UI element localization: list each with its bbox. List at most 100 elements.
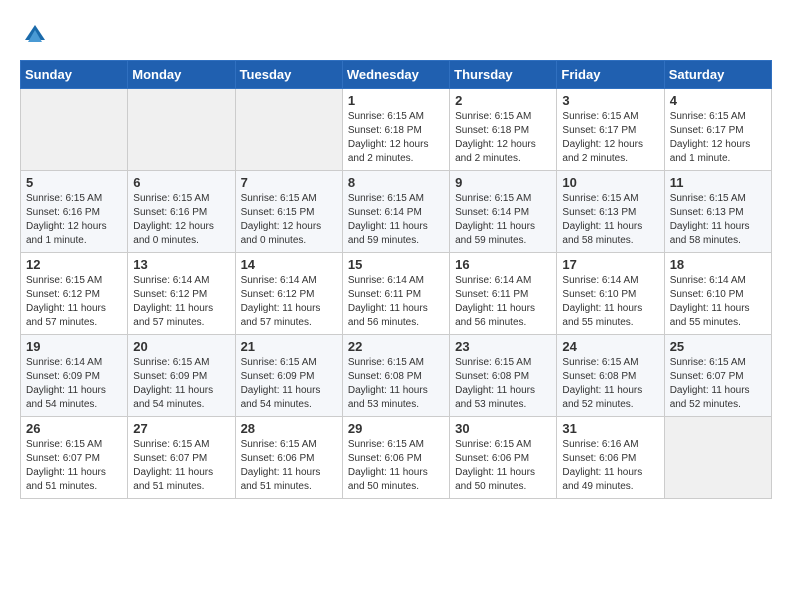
day-number: 6 — [133, 175, 229, 190]
calendar-cell: 25 Sunrise: 6:15 AM Sunset: 6:07 PM Dayli… — [664, 335, 771, 417]
day-number: 14 — [241, 257, 337, 272]
calendar-cell: 10 Sunrise: 6:15 AM Sunset: 6:13 PM Dayli… — [557, 171, 664, 253]
day-number: 31 — [562, 421, 658, 436]
calendar-cell: 26Sunrise: 6:15 AM Sunset: 6:07 PM Dayli… — [21, 417, 128, 499]
calendar-cell: 6 Sunrise: 6:15 AM Sunset: 6:16 PM Daylig… — [128, 171, 235, 253]
day-info: Sunrise: 6:15 AM Sunset: 6:08 PM Dayligh… — [348, 356, 444, 412]
calendar-table: SundayMondayTuesdayWednesdayThursdayFrid… — [20, 60, 772, 499]
day-number: 9 — [455, 175, 551, 190]
day-info: Sunrise: 6:15 AM Sunset: 6:13 PM Dayligh… — [562, 192, 658, 248]
calendar-cell: 27 Sunrise: 6:15 AM Sunset: 6:07 PM Dayli… — [128, 417, 235, 499]
calendar-week-1: 1 Sunrise: 6:15 AM Sunset: 6:18 PM Daylig… — [21, 89, 772, 171]
calendar-cell: 14 Sunrise: 6:14 AM Sunset: 6:12 PM Dayli… — [235, 253, 342, 335]
day-number: 26 — [26, 421, 122, 436]
calendar-cell: 16Sunrise: 6:14 AM Sunset: 6:11 PM Dayli… — [450, 253, 557, 335]
calendar-header-row: SundayMondayTuesdayWednesdayThursdayFrid… — [21, 61, 772, 89]
day-number: 25 — [670, 339, 766, 354]
calendar-cell: 30Sunrise: 6:15 AM Sunset: 6:06 PM Dayli… — [450, 417, 557, 499]
day-info: Sunrise: 6:14 AM Sunset: 6:12 PM Dayligh… — [241, 274, 337, 330]
day-info: Sunrise: 6:14 AM Sunset: 6:10 PM Dayligh… — [670, 274, 766, 330]
calendar-cell: 21Sunrise: 6:15 AM Sunset: 6:09 PM Dayli… — [235, 335, 342, 417]
day-number: 4 — [670, 93, 766, 108]
day-info: Sunrise: 6:15 AM Sunset: 6:06 PM Dayligh… — [241, 438, 337, 494]
calendar-cell: 22 Sunrise: 6:15 AM Sunset: 6:08 PM Dayli… — [342, 335, 449, 417]
calendar-cell: 7 Sunrise: 6:15 AM Sunset: 6:15 PM Daylig… — [235, 171, 342, 253]
calendar-cell — [235, 89, 342, 171]
day-info: Sunrise: 6:15 AM Sunset: 6:07 PM Dayligh… — [670, 356, 766, 412]
day-number: 21 — [241, 339, 337, 354]
header-sunday: Sunday — [21, 61, 128, 89]
day-info: Sunrise: 6:15 AM Sunset: 6:14 PM Dayligh… — [455, 192, 551, 248]
day-number: 17 — [562, 257, 658, 272]
day-number: 24 — [562, 339, 658, 354]
logo — [20, 20, 56, 50]
day-number: 23 — [455, 339, 551, 354]
day-number: 19 — [26, 339, 122, 354]
day-number: 3 — [562, 93, 658, 108]
day-number: 15 — [348, 257, 444, 272]
day-info: Sunrise: 6:14 AM Sunset: 6:12 PM Dayligh… — [133, 274, 229, 330]
calendar-cell: 12 Sunrise: 6:15 AM Sunset: 6:12 PM Dayli… — [21, 253, 128, 335]
day-info: Sunrise: 6:15 AM Sunset: 6:06 PM Dayligh… — [348, 438, 444, 494]
calendar-cell: 15Sunrise: 6:14 AM Sunset: 6:11 PM Dayli… — [342, 253, 449, 335]
day-info: Sunrise: 6:16 AM Sunset: 6:06 PM Dayligh… — [562, 438, 658, 494]
calendar-cell: 20 Sunrise: 6:15 AM Sunset: 6:09 PM Dayli… — [128, 335, 235, 417]
day-info: Sunrise: 6:15 AM Sunset: 6:06 PM Dayligh… — [455, 438, 551, 494]
calendar-cell: 19 Sunrise: 6:14 AM Sunset: 6:09 PM Dayli… — [21, 335, 128, 417]
day-info: Sunrise: 6:14 AM Sunset: 6:11 PM Dayligh… — [455, 274, 551, 330]
calendar-cell: 5 Sunrise: 6:15 AM Sunset: 6:16 PM Daylig… — [21, 171, 128, 253]
day-info: Sunrise: 6:15 AM Sunset: 6:18 PM Dayligh… — [455, 110, 551, 166]
calendar-cell: 31 Sunrise: 6:16 AM Sunset: 6:06 PM Dayli… — [557, 417, 664, 499]
day-number: 27 — [133, 421, 229, 436]
calendar-cell: 1 Sunrise: 6:15 AM Sunset: 6:18 PM Daylig… — [342, 89, 449, 171]
day-info: Sunrise: 6:15 AM Sunset: 6:07 PM Dayligh… — [133, 438, 229, 494]
calendar-week-5: 26 Sunrise: 6:15 AM Sunset: 6:07 PM Dayli… — [21, 417, 772, 499]
calendar-cell — [664, 417, 771, 499]
day-info: Sunrise: 6:15 AM Sunset: 6:15 PM Dayligh… — [241, 192, 337, 248]
day-info: Sunrise: 6:15 AM Sunset: 6:17 PM Dayligh… — [670, 110, 766, 166]
day-info: Sunrise: 6:15 AM Sunset: 6:09 PM Dayligh… — [133, 356, 229, 412]
day-number: 20 — [133, 339, 229, 354]
calendar-cell: 8Sunrise: 6:15 AM Sunset: 6:14 PM Daylig… — [342, 171, 449, 253]
day-info: Sunrise: 6:15 AM Sunset: 6:18 PM Dayligh… — [348, 110, 444, 166]
day-info: Sunrise: 6:15 AM Sunset: 6:16 PM Dayligh… — [26, 192, 122, 248]
day-number: 29 — [348, 421, 444, 436]
day-info: Sunrise: 6:15 AM Sunset: 6:08 PM Dayligh… — [455, 356, 551, 412]
day-info: Sunrise: 6:15 AM Sunset: 6:13 PM Dayligh… — [670, 192, 766, 248]
header-friday: Friday — [557, 61, 664, 89]
calendar-cell — [128, 89, 235, 171]
logo-icon — [20, 20, 50, 50]
page-header — [20, 20, 772, 50]
day-info: Sunrise: 6:15 AM Sunset: 6:12 PM Dayligh… — [26, 274, 122, 330]
header-monday: Monday — [128, 61, 235, 89]
calendar-cell: 11 Sunrise: 6:15 AM Sunset: 6:13 PM Dayli… — [664, 171, 771, 253]
calendar-week-3: 12 Sunrise: 6:15 AM Sunset: 6:12 PM Dayli… — [21, 253, 772, 335]
day-info: Sunrise: 6:14 AM Sunset: 6:10 PM Dayligh… — [562, 274, 658, 330]
day-number: 18 — [670, 257, 766, 272]
calendar-week-2: 5 Sunrise: 6:15 AM Sunset: 6:16 PM Daylig… — [21, 171, 772, 253]
day-info: Sunrise: 6:15 AM Sunset: 6:14 PM Dayligh… — [348, 192, 444, 248]
day-number: 12 — [26, 257, 122, 272]
day-info: Sunrise: 6:15 AM Sunset: 6:16 PM Dayligh… — [133, 192, 229, 248]
calendar-cell: 18 Sunrise: 6:14 AM Sunset: 6:10 PM Dayli… — [664, 253, 771, 335]
day-number: 10 — [562, 175, 658, 190]
day-number: 22 — [348, 339, 444, 354]
calendar-cell — [21, 89, 128, 171]
calendar-cell: 23 Sunrise: 6:15 AM Sunset: 6:08 PM Dayli… — [450, 335, 557, 417]
day-info: Sunrise: 6:14 AM Sunset: 6:09 PM Dayligh… — [26, 356, 122, 412]
calendar-cell: 9 Sunrise: 6:15 AM Sunset: 6:14 PM Daylig… — [450, 171, 557, 253]
day-number: 2 — [455, 93, 551, 108]
day-info: Sunrise: 6:15 AM Sunset: 6:17 PM Dayligh… — [562, 110, 658, 166]
day-number: 5 — [26, 175, 122, 190]
calendar-cell: 24 Sunrise: 6:15 AM Sunset: 6:08 PM Dayli… — [557, 335, 664, 417]
day-number: 13 — [133, 257, 229, 272]
calendar-cell: 17 Sunrise: 6:14 AM Sunset: 6:10 PM Dayli… — [557, 253, 664, 335]
header-tuesday: Tuesday — [235, 61, 342, 89]
day-number: 7 — [241, 175, 337, 190]
calendar-cell: 13 Sunrise: 6:14 AM Sunset: 6:12 PM Dayli… — [128, 253, 235, 335]
header-wednesday: Wednesday — [342, 61, 449, 89]
day-number: 1 — [348, 93, 444, 108]
header-saturday: Saturday — [664, 61, 771, 89]
day-number: 11 — [670, 175, 766, 190]
day-info: Sunrise: 6:15 AM Sunset: 6:08 PM Dayligh… — [562, 356, 658, 412]
